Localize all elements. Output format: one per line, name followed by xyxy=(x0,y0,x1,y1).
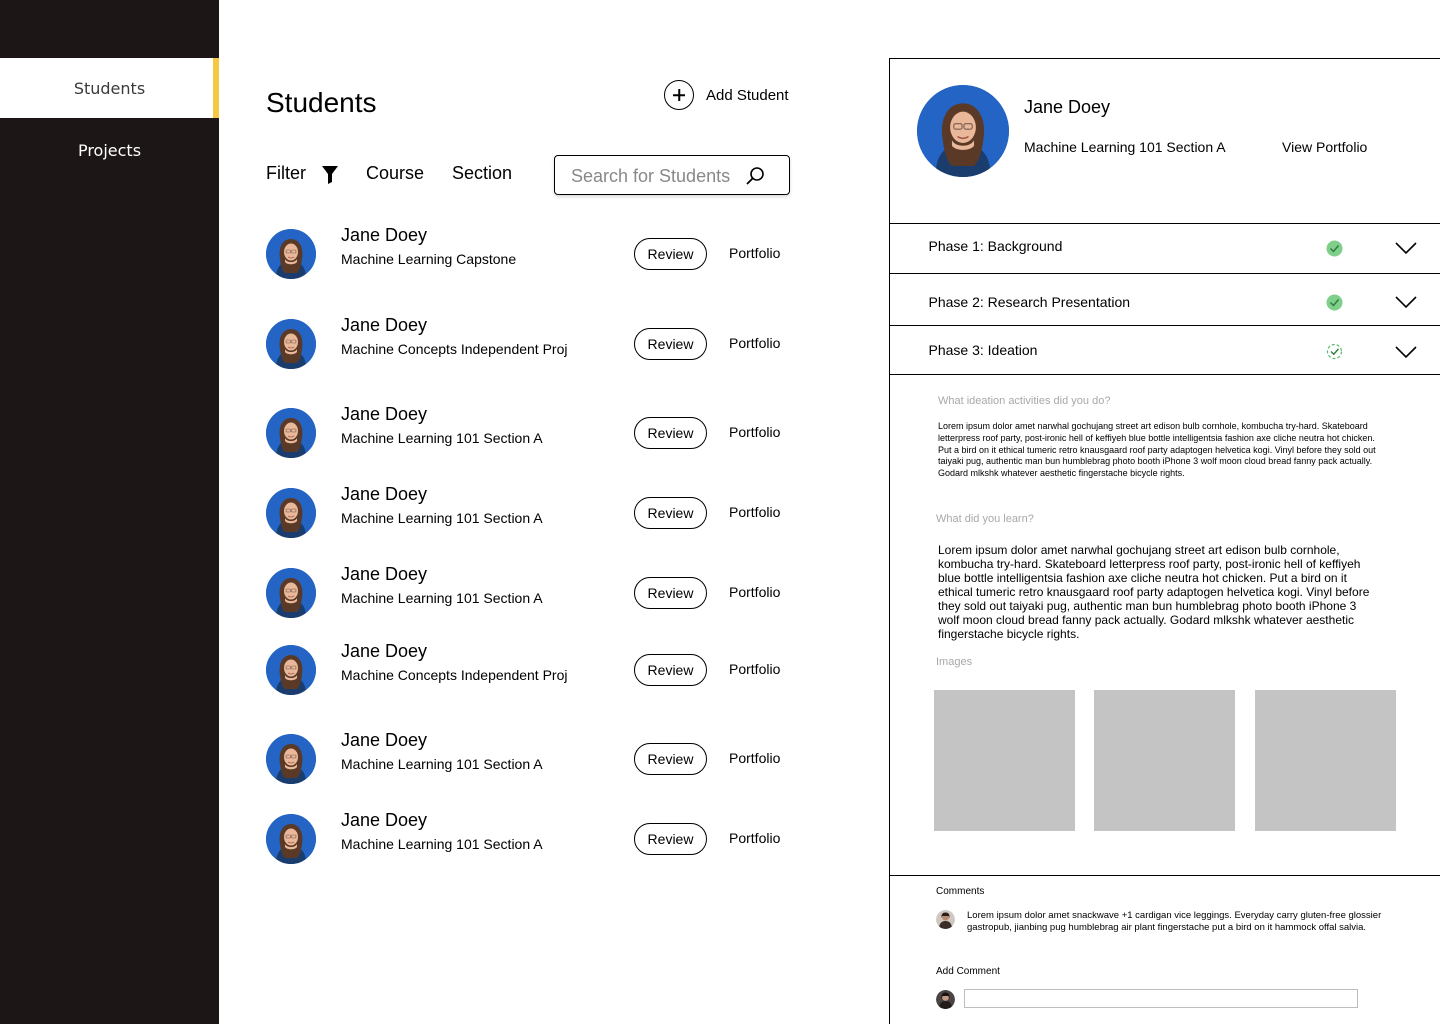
filter-button[interactable]: Filter xyxy=(266,163,306,184)
detail-avatar xyxy=(917,85,1009,177)
plus-circle-icon xyxy=(664,80,694,110)
page-title: Students xyxy=(266,87,377,118)
student-name[interactable]: Jane Doey xyxy=(341,484,427,505)
search-box xyxy=(554,155,790,195)
comments-heading: Comments xyxy=(936,886,985,897)
review-button[interactable]: Review xyxy=(634,497,707,529)
image-placeholder[interactable] xyxy=(934,690,1075,831)
student-name[interactable]: Jane Doey xyxy=(341,564,427,585)
student-name[interactable]: Jane Doey xyxy=(341,810,427,831)
student-row: Jane Doey Machine Learning Capstone Revi… xyxy=(266,225,796,285)
student-name[interactable]: Jane Doey xyxy=(341,315,427,336)
portfolio-link[interactable]: Portfolio xyxy=(729,584,780,600)
review-button[interactable]: Review xyxy=(634,417,707,449)
learning-question: What did you learn? xyxy=(936,513,1034,525)
progress-check-icon xyxy=(1326,343,1342,360)
portfolio-link[interactable]: Portfolio xyxy=(729,750,780,766)
check-circle-icon xyxy=(1326,294,1342,311)
student-row: Jane Doey Machine Learning 101 Section A… xyxy=(266,404,796,464)
detail-student-course: Machine Learning 101 Section A xyxy=(1024,139,1226,155)
ideation-question: What ideation activities did you do? xyxy=(938,395,1111,407)
image-placeholder[interactable] xyxy=(1094,690,1235,831)
portfolio-link[interactable]: Portfolio xyxy=(729,335,780,351)
student-avatar xyxy=(266,229,316,279)
portfolio-link[interactable]: Portfolio xyxy=(729,424,780,440)
review-button[interactable]: Review xyxy=(634,328,707,360)
student-course: Machine Learning Capstone xyxy=(341,251,517,267)
review-button[interactable]: Review xyxy=(634,743,707,775)
phase-2-label: Phase 2: Research Presentation xyxy=(928,294,1131,310)
portfolio-link[interactable]: Portfolio xyxy=(729,504,780,520)
phase-3-label: Phase 3: Ideation xyxy=(928,342,1038,358)
image-placeholder[interactable] xyxy=(1255,690,1396,831)
phase-3-row[interactable]: Phase 3: Ideation xyxy=(888,325,1440,375)
learning-answer: Lorem ipsum dolor amet narwhal gochujang… xyxy=(938,543,1370,641)
course-filter[interactable]: Course xyxy=(366,163,424,184)
check-circle-icon xyxy=(1326,240,1342,257)
chevron-down-icon[interactable] xyxy=(1394,345,1417,359)
images-label: Images xyxy=(936,656,973,668)
commenter-avatar xyxy=(936,910,955,929)
phase-1-label: Phase 1: Background xyxy=(928,238,1063,254)
student-row: Jane Doey Machine Concepts Independent P… xyxy=(266,315,796,375)
student-row: Jane Doey Machine Learning 101 Section A… xyxy=(266,810,796,870)
student-avatar xyxy=(266,814,316,864)
review-button[interactable]: Review xyxy=(634,654,707,686)
student-course: Machine Learning 101 Section A xyxy=(341,510,543,526)
chevron-down-icon[interactable] xyxy=(1394,295,1417,309)
phase-1-row[interactable]: Phase 1: Background xyxy=(888,223,1440,273)
student-name[interactable]: Jane Doey xyxy=(341,730,427,751)
student-course: Machine Learning 101 Section A xyxy=(341,590,543,606)
current-user-avatar xyxy=(936,990,955,1009)
sidebar-item-students[interactable]: Students xyxy=(0,58,219,118)
student-avatar xyxy=(266,319,316,369)
student-row: Jane Doey Machine Learning 101 Section A… xyxy=(266,484,796,544)
student-avatar xyxy=(266,408,316,458)
search-input[interactable] xyxy=(571,164,751,188)
student-course: Machine Learning 101 Section A xyxy=(341,836,543,852)
search-icon[interactable] xyxy=(745,166,765,186)
comments-divider xyxy=(888,875,1440,876)
view-portfolio-link[interactable]: View Portfolio xyxy=(1282,139,1367,155)
funnel-icon[interactable] xyxy=(321,165,339,185)
student-detail-panel: Jane Doey Machine Learning 101 Section A… xyxy=(888,58,1440,1024)
student-avatar xyxy=(266,734,316,784)
student-avatar xyxy=(266,568,316,618)
add-student-button[interactable]: Add Student xyxy=(664,80,789,110)
portfolio-link[interactable]: Portfolio xyxy=(729,245,780,261)
chevron-down-icon[interactable] xyxy=(1394,241,1417,255)
add-comment-input[interactable] xyxy=(964,989,1358,1008)
add-student-label: Add Student xyxy=(706,86,789,104)
student-name[interactable]: Jane Doey xyxy=(341,404,427,425)
student-row: Jane Doey Machine Concepts Independent P… xyxy=(266,641,796,701)
student-name[interactable]: Jane Doey xyxy=(341,225,427,246)
add-comment-heading: Add Comment xyxy=(936,966,1000,977)
detail-student-name: Jane Doey xyxy=(1024,97,1111,117)
review-button[interactable]: Review xyxy=(634,823,707,855)
review-button[interactable]: Review xyxy=(634,238,707,270)
student-course: Machine Concepts Independent Proj xyxy=(341,667,568,683)
student-course: Machine Learning 101 Section A xyxy=(341,430,543,446)
student-avatar xyxy=(266,645,316,695)
section-filter[interactable]: Section xyxy=(452,163,512,184)
sidebar: Students Projects xyxy=(0,0,219,1024)
student-course: Machine Concepts Independent Proj xyxy=(341,341,568,357)
review-button[interactable]: Review xyxy=(634,577,707,609)
student-avatar xyxy=(266,488,316,538)
portfolio-link[interactable]: Portfolio xyxy=(729,830,780,846)
comment-text: Lorem ipsum dolor amet snackwave +1 card… xyxy=(967,910,1382,933)
ideation-answer: Lorem ipsum dolor amet narwhal gochujang… xyxy=(938,421,1376,479)
sidebar-item-projects[interactable]: Projects xyxy=(0,120,219,180)
student-row: Jane Doey Machine Learning 101 Section A… xyxy=(266,730,796,790)
phase-2-row[interactable]: Phase 2: Research Presentation xyxy=(888,273,1440,325)
student-row: Jane Doey Machine Learning 101 Section A… xyxy=(266,564,796,624)
portfolio-link[interactable]: Portfolio xyxy=(729,661,780,677)
student-name[interactable]: Jane Doey xyxy=(341,641,427,662)
student-course: Machine Learning 101 Section A xyxy=(341,756,543,772)
